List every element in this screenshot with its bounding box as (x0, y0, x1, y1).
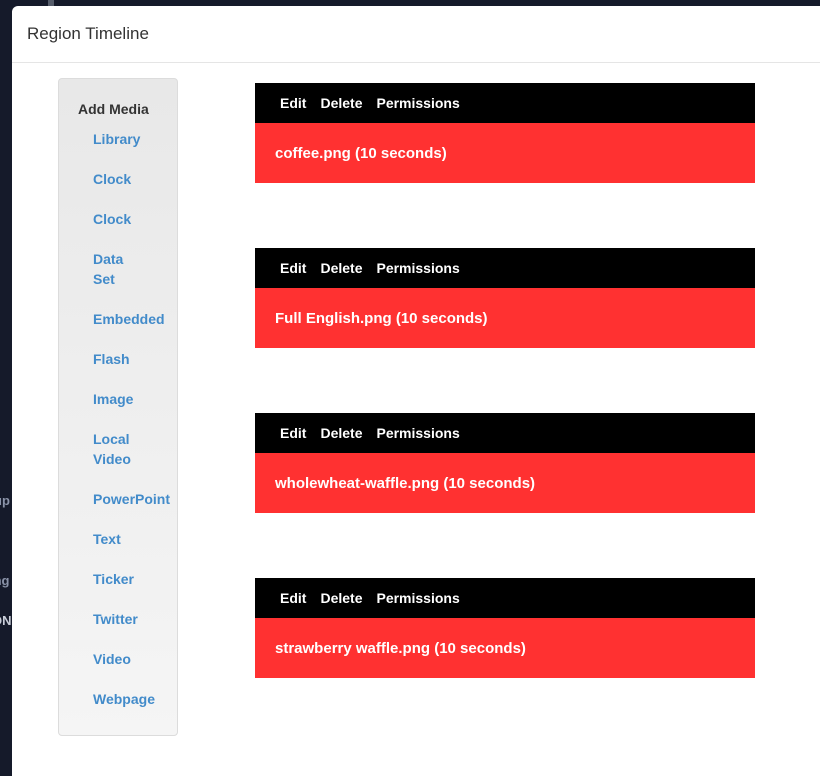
timeline-item-label[interactable]: wholewheat-waffle.png (10 seconds) (255, 453, 755, 513)
modal-header: Region Timeline (12, 6, 820, 63)
timeline-item: Edit Delete Permissions strawberry waffl… (255, 578, 755, 678)
media-ticker[interactable]: Ticker (93, 569, 170, 589)
timeline-item-label[interactable]: Full English.png (10 seconds) (255, 288, 755, 348)
edit-button[interactable]: Edit (280, 425, 306, 441)
timeline-item-toolbar: Edit Delete Permissions (255, 578, 755, 618)
delete-button[interactable]: Delete (320, 425, 362, 441)
media-twitter[interactable]: Twitter (93, 609, 170, 629)
background-text: ON (0, 613, 12, 628)
region-timeline-modal: Region Timeline Add Media Library Clock … (12, 6, 820, 776)
media-data-set[interactable]: Data Set (93, 249, 133, 289)
media-video[interactable]: Video (93, 649, 170, 669)
edit-button[interactable]: Edit (280, 260, 306, 276)
delete-button[interactable]: Delete (320, 95, 362, 111)
media-powerpoint[interactable]: PowerPoint (93, 489, 170, 509)
permissions-button[interactable]: Permissions (376, 425, 459, 441)
delete-button[interactable]: Delete (320, 260, 362, 276)
media-webpage[interactable]: Webpage (93, 689, 170, 709)
timeline-item-toolbar: Edit Delete Permissions (255, 413, 755, 453)
media-library[interactable]: Library (93, 129, 170, 149)
background-text: up (0, 493, 10, 508)
timeline-item-toolbar: Edit Delete Permissions (255, 83, 755, 123)
background-text: ing (0, 573, 10, 588)
add-media-panel: Add Media Library Clock Clock Data Set E… (58, 78, 178, 736)
media-local-video[interactable]: Local Video (93, 429, 133, 469)
delete-button[interactable]: Delete (320, 590, 362, 606)
add-media-heading: Add Media (78, 101, 149, 117)
media-type-list: Library Clock Clock Data Set Embedded Fl… (93, 129, 170, 729)
timeline-item-label[interactable]: coffee.png (10 seconds) (255, 123, 755, 183)
edit-button[interactable]: Edit (280, 590, 306, 606)
permissions-button[interactable]: Permissions (376, 260, 459, 276)
permissions-button[interactable]: Permissions (376, 590, 459, 606)
media-flash[interactable]: Flash (93, 349, 170, 369)
timeline-item-label[interactable]: strawberry waffle.png (10 seconds) (255, 618, 755, 678)
timeline-item-toolbar: Edit Delete Permissions (255, 248, 755, 288)
timeline-item: Edit Delete Permissions wholewheat-waffl… (255, 413, 755, 513)
media-clock[interactable]: Clock (93, 169, 170, 189)
media-embedded[interactable]: Embedded (93, 309, 170, 329)
media-image[interactable]: Image (93, 389, 170, 409)
edit-button[interactable]: Edit (280, 95, 306, 111)
media-text[interactable]: Text (93, 529, 170, 549)
timeline-item: Edit Delete Permissions Full English.png… (255, 248, 755, 348)
permissions-button[interactable]: Permissions (376, 95, 459, 111)
media-clock[interactable]: Clock (93, 209, 170, 229)
timeline-item: Edit Delete Permissions coffee.png (10 s… (255, 83, 755, 183)
modal-title: Region Timeline (27, 24, 149, 43)
